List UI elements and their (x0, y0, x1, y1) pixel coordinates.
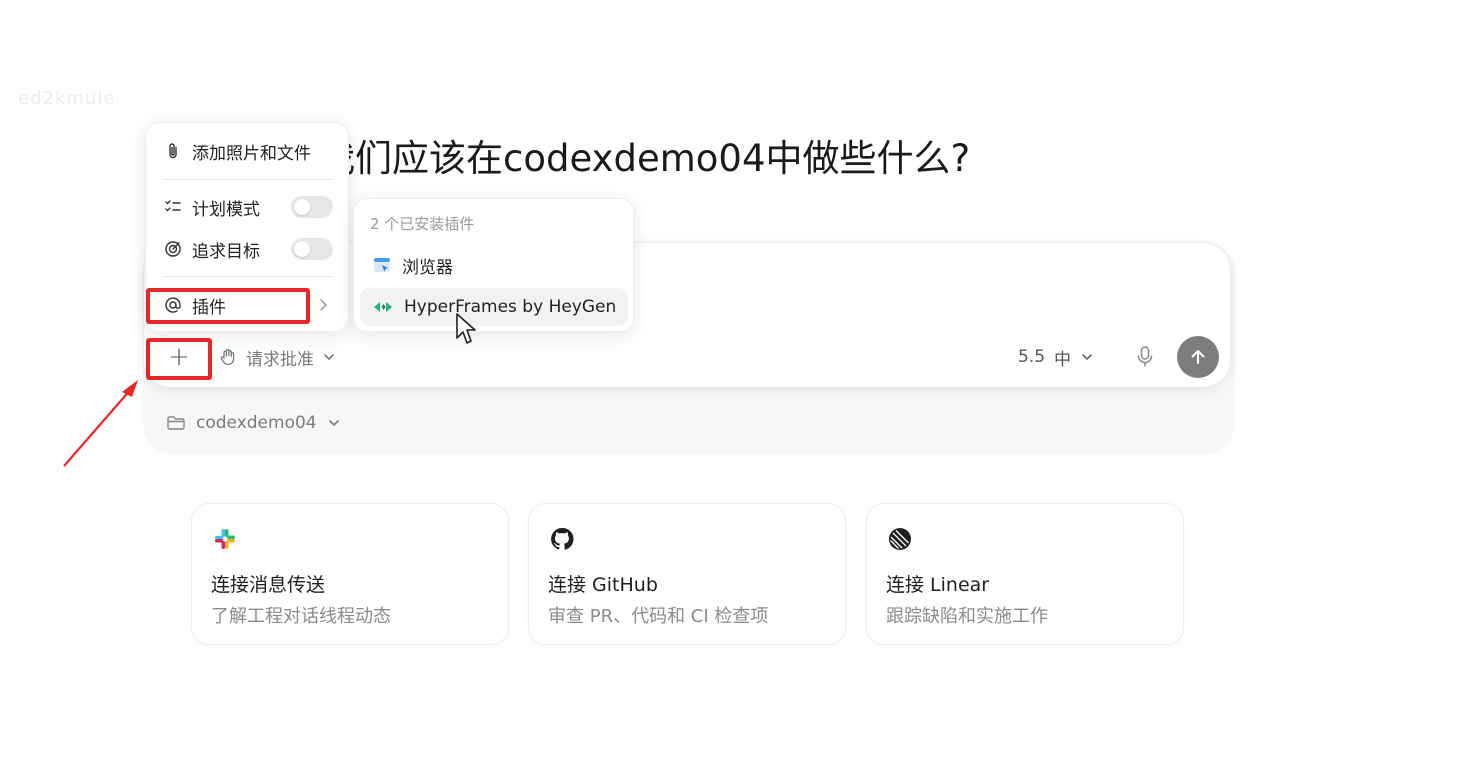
linear-icon (889, 528, 911, 550)
card-subtitle: 审查 PR、代码和 CI 检查项 (548, 606, 769, 627)
card-title: 连接 Linear (886, 574, 990, 596)
card-subtitle: 了解工程对话线程动态 (211, 606, 391, 627)
github-icon (551, 527, 574, 550)
slack-icon (215, 529, 235, 549)
card-connect-messaging[interactable]: 连接消息传送 了解工程对话线程动态 (191, 503, 509, 645)
card-connect-github[interactable]: 连接 GitHub 审查 PR、代码和 CI 检查项 (528, 503, 846, 645)
page: ed2kmule 我们应该在codexdemo04中做些什么? + 请求批准 5… (0, 0, 1470, 758)
mouse-cursor-icon (456, 313, 476, 344)
card-title: 连接消息传送 (211, 574, 326, 596)
card-subtitle: 跟踪缺陷和实施工作 (886, 606, 1048, 627)
card-title: 连接 GitHub (548, 574, 658, 596)
card-connect-linear[interactable]: 连接 Linear 跟踪缺陷和实施工作 (866, 503, 1184, 645)
